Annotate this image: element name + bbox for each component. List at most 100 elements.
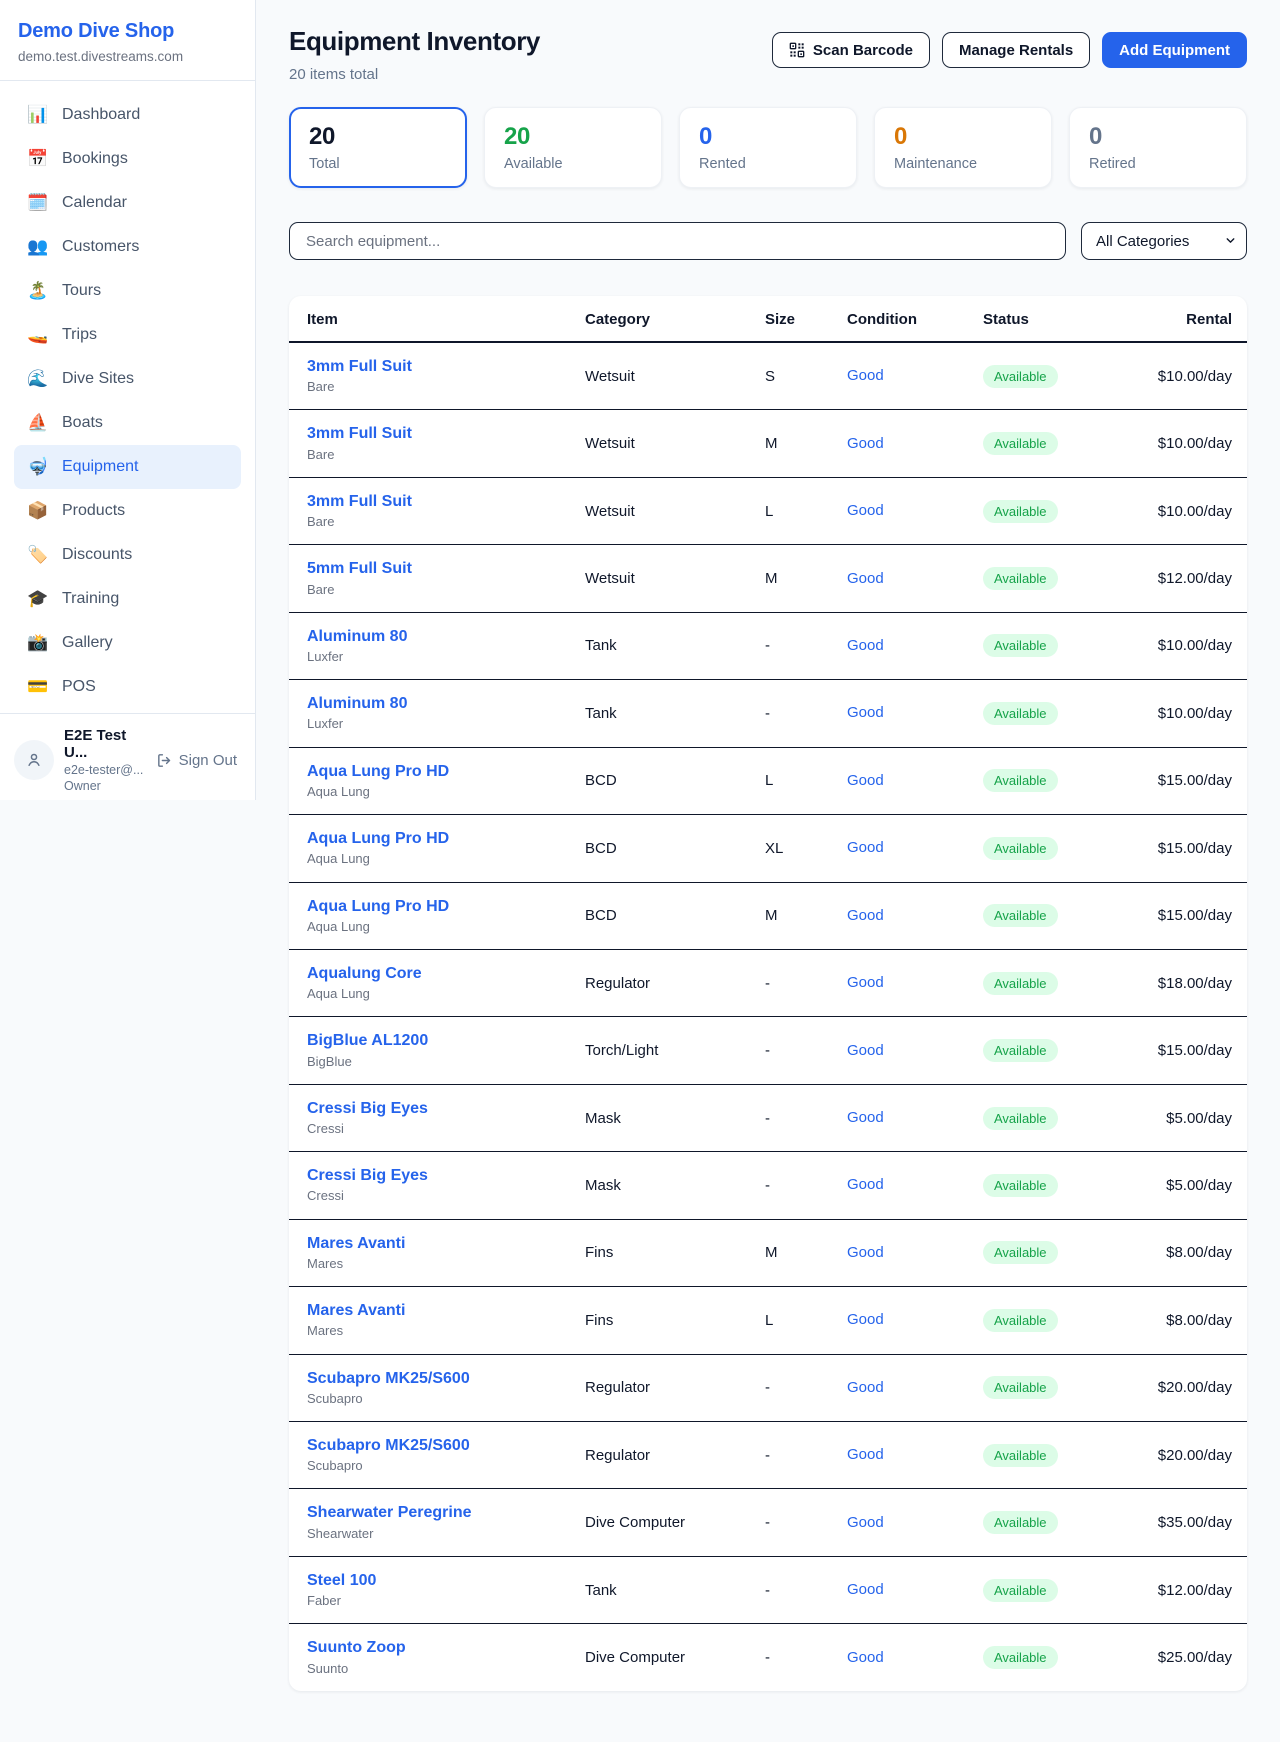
condition-link[interactable]: Good	[847, 435, 884, 452]
scan-barcode-button[interactable]: Scan Barcode	[772, 32, 930, 68]
bookings-icon: 📅	[27, 149, 49, 169]
condition-link[interactable]: Good	[847, 1581, 884, 1598]
sidebar-item-calendar[interactable]: 🗓️ Calendar	[14, 181, 241, 225]
condition-link[interactable]: Good	[847, 907, 884, 924]
sidebar-item-gallery[interactable]: 📸 Gallery	[14, 621, 241, 665]
sidebar-item-discounts[interactable]: 🏷️ Discounts	[14, 533, 241, 577]
condition-link[interactable]: Good	[847, 502, 884, 519]
condition-link[interactable]: Good	[847, 772, 884, 789]
condition-link[interactable]: Good	[847, 1244, 884, 1261]
table-row: Scubapro MK25/S600 Scubapro Regulator - …	[289, 1422, 1247, 1489]
rental-price: $12.00/day	[1107, 1556, 1247, 1623]
sidebar-item-label: Calendar	[62, 194, 127, 212]
item-brand: Bare	[307, 514, 553, 530]
sidebar-item-boats[interactable]: ⛵ Boats	[14, 401, 241, 445]
item-name-link[interactable]: Aqua Lung Pro HD	[307, 897, 553, 916]
condition-link[interactable]: Good	[847, 974, 884, 991]
manage-rentals-button[interactable]: Manage Rentals	[942, 32, 1090, 68]
item-name-link[interactable]: Mares Avanti	[307, 1234, 553, 1253]
equipment-table-card: Item Category Size Condition Status Rent…	[289, 296, 1247, 1691]
item-name-link[interactable]: Shearwater Peregrine	[307, 1503, 553, 1522]
condition-link[interactable]: Good	[847, 1514, 884, 1531]
sidebar-item-dashboard[interactable]: 📊 Dashboard	[14, 93, 241, 137]
sidebar-item-dive-sites[interactable]: 🌊 Dive Sites	[14, 357, 241, 401]
status-badge: Available	[983, 432, 1058, 455]
item-name-link[interactable]: Aqua Lung Pro HD	[307, 829, 553, 848]
item-name-link[interactable]: BigBlue AL1200	[307, 1031, 553, 1050]
item-name-link[interactable]: Scubapro MK25/S600	[307, 1369, 553, 1388]
sidebar-item-trips[interactable]: 🚤 Trips	[14, 313, 241, 357]
shop-name: Demo Dive Shop	[18, 20, 237, 43]
item-size: -	[749, 1624, 831, 1691]
stat-card-rented[interactable]: 0 Rented	[679, 107, 857, 188]
table-row: Suunto Zoop Suunto Dive Computer - Good …	[289, 1624, 1247, 1691]
sign-out-button[interactable]: Sign Out	[156, 752, 237, 769]
item-name-link[interactable]: 3mm Full Suit	[307, 492, 553, 511]
item-name-link[interactable]: Cressi Big Eyes	[307, 1166, 553, 1185]
stat-card-total[interactable]: 20 Total	[289, 107, 467, 188]
condition-link[interactable]: Good	[847, 570, 884, 587]
condition-link[interactable]: Good	[847, 1109, 884, 1126]
stat-card-available[interactable]: 20 Available	[484, 107, 662, 188]
item-name-link[interactable]: Scubapro MK25/S600	[307, 1436, 553, 1455]
stat-card-retired[interactable]: 0 Retired	[1069, 107, 1247, 188]
rental-price: $5.00/day	[1107, 1152, 1247, 1219]
category-select-wrap: All Categories	[1081, 222, 1247, 260]
item-name-link[interactable]: Mares Avanti	[307, 1301, 553, 1320]
condition-link[interactable]: Good	[847, 637, 884, 654]
category-select[interactable]: All Categories	[1081, 222, 1247, 260]
condition-link[interactable]: Good	[847, 1446, 884, 1463]
item-size: M	[749, 410, 831, 477]
sidebar-nav: 📊 Dashboard 📅 Bookings 🗓️ Calendar 👥 Cus…	[0, 81, 255, 713]
gallery-icon: 📸	[27, 633, 49, 653]
sidebar-item-label: Tours	[62, 282, 101, 300]
sidebar-item-products[interactable]: 📦 Products	[14, 489, 241, 533]
condition-link[interactable]: Good	[847, 704, 884, 721]
item-category: BCD	[569, 882, 749, 949]
dive-sites-icon: 🌊	[27, 369, 49, 389]
item-category: Mask	[569, 1152, 749, 1219]
item-name-link[interactable]: Aluminum 80	[307, 627, 553, 646]
sidebar-item-customers[interactable]: 👥 Customers	[14, 225, 241, 269]
stat-value: 20	[309, 123, 447, 151]
status-badge: Available	[983, 904, 1058, 927]
item-name-link[interactable]: Suunto Zoop	[307, 1638, 553, 1657]
item-name-link[interactable]: 5mm Full Suit	[307, 559, 553, 578]
status-badge: Available	[983, 1174, 1058, 1197]
item-name-link[interactable]: 3mm Full Suit	[307, 357, 553, 376]
table-row: 3mm Full Suit Bare Wetsuit M Good Availa…	[289, 410, 1247, 477]
condition-link[interactable]: Good	[847, 1311, 884, 1328]
condition-link[interactable]: Good	[847, 367, 884, 384]
sidebar-item-bookings[interactable]: 📅 Bookings	[14, 137, 241, 181]
customers-icon: 👥	[27, 237, 49, 257]
add-equipment-button[interactable]: Add Equipment	[1102, 32, 1247, 68]
col-header-rental: Rental	[1107, 296, 1247, 342]
item-name-link[interactable]: Cressi Big Eyes	[307, 1099, 553, 1118]
item-size: M	[749, 882, 831, 949]
search-input[interactable]	[289, 222, 1066, 260]
condition-link[interactable]: Good	[847, 1379, 884, 1396]
sidebar-item-pos[interactable]: 💳 POS	[14, 665, 241, 709]
item-name-link[interactable]: 3mm Full Suit	[307, 424, 553, 443]
table-row: Aqualung Core Aqua Lung Regulator - Good…	[289, 949, 1247, 1016]
rental-price: $15.00/day	[1107, 882, 1247, 949]
item-name-link[interactable]: Aqua Lung Pro HD	[307, 762, 553, 781]
sidebar-item-equipment[interactable]: 🤿 Equipment	[14, 445, 241, 489]
condition-link[interactable]: Good	[847, 1649, 884, 1666]
sidebar-item-tours[interactable]: 🏝️ Tours	[14, 269, 241, 313]
condition-link[interactable]: Good	[847, 839, 884, 856]
condition-link[interactable]: Good	[847, 1176, 884, 1193]
item-name-link[interactable]: Steel 100	[307, 1571, 553, 1590]
sidebar-item-label: POS	[62, 678, 96, 696]
condition-link[interactable]: Good	[847, 1042, 884, 1059]
item-category: Wetsuit	[569, 477, 749, 544]
status-badge: Available	[983, 972, 1058, 995]
stat-card-maintenance[interactable]: 0 Maintenance	[874, 107, 1052, 188]
status-badge: Available	[983, 769, 1058, 792]
sidebar-item-training[interactable]: 🎓 Training	[14, 577, 241, 621]
item-name-link[interactable]: Aluminum 80	[307, 694, 553, 713]
table-row: Shearwater Peregrine Shearwater Dive Com…	[289, 1489, 1247, 1556]
sidebar-item-label: Bookings	[62, 150, 128, 168]
barcode-icon	[789, 42, 805, 58]
item-name-link[interactable]: Aqualung Core	[307, 964, 553, 983]
